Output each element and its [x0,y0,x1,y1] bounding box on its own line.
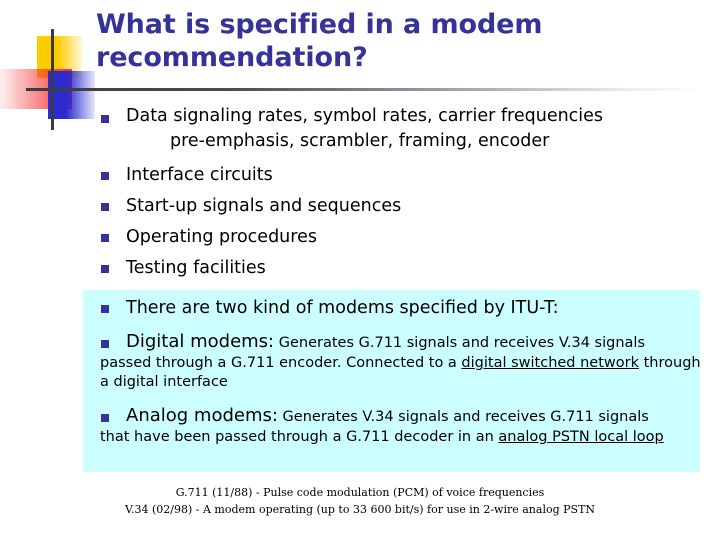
digital-modems-detail-2: passed through a G.711 encoder. Connecte… [100,355,462,371]
analog-modems-detail-1: Generates V.34 signals and receives G.71… [277,409,649,425]
analog-modems-term: Analog modems: [126,405,278,426]
list-item: Data signaling rates, symbol rates, carr… [0,104,720,154]
highlighted-intro-label: There are two kind of modems specified b… [126,298,559,318]
digital-switched-network-emphasis: digital switched network [461,355,640,371]
list-item-label: Start-up signals and sequences [126,196,402,216]
footnote-line-v34: V.34 (02/98) - A modem operating (up to … [124,503,596,516]
digital-modems-paragraph: Digital modems: Generates G.711 signals … [100,330,702,392]
list-item-text-group: Data signaling rates, symbol rates, carr… [100,104,603,154]
square-bullet-icon [101,340,109,348]
list-item: Digital modems: Generates G.711 signals … [0,330,720,392]
footnote-line-g711: G.711 (11/88) - Pulse code modulation (P… [175,486,545,499]
digital-modems-term: Digital modems: [126,331,275,352]
footnote: G.711 (11/88) - Pulse code modulation (P… [0,484,720,518]
square-bullet-icon [101,203,109,211]
square-bullet-icon [101,305,109,313]
analog-modems-continued: that have been passed through a G.711 de… [100,428,664,447]
slide-title: What is specified in a modem recommendat… [96,9,543,73]
list-item: Testing facilities [0,256,720,281]
analog-modems-paragraph: Analog modems: Generates V.34 signals an… [100,404,664,447]
list-item-label: Data signaling rates, symbol rates, carr… [126,106,604,126]
horizontal-rule-divider [26,88,700,91]
decorative-logo-mark [0,18,100,130]
list-item-label: Testing facilities [126,258,266,278]
presentation-slide: What is specified in a modem recommendat… [0,0,720,540]
list-item-label: Interface circuits [126,165,273,185]
square-bullet-icon [101,265,109,273]
digital-modems-detail-1: Generates G.711 signals and receives V.3… [274,335,646,351]
list-item-label-continued: pre-emphasis, scrambler, framing, encode… [170,131,550,151]
square-bullet-icon [101,414,109,422]
analog-pstn-local-loop-emphasis: analog PSTN local loop [498,429,664,445]
list-item: Interface circuits [0,163,720,188]
list-item: Start-up signals and sequences [0,194,720,219]
list-item-label: Operating procedures [126,227,317,247]
list-item: Analog modems: Generates V.34 signals an… [0,404,720,447]
digital-modems-continued: passed through a G.711 encoder. Connecte… [100,354,702,392]
list-item: There are two kind of modems specified b… [0,290,720,321]
highlighted-content-group: There are two kind of modems specified b… [0,290,720,447]
bullet-list: Data signaling rates, symbol rates, carr… [0,104,720,281]
square-bullet-icon [101,115,109,123]
analog-modems-detail-2: that have been passed through a G.711 de… [100,429,499,445]
square-bullet-icon [101,172,109,180]
list-item: Operating procedures [0,225,720,250]
square-bullet-icon [101,234,109,242]
